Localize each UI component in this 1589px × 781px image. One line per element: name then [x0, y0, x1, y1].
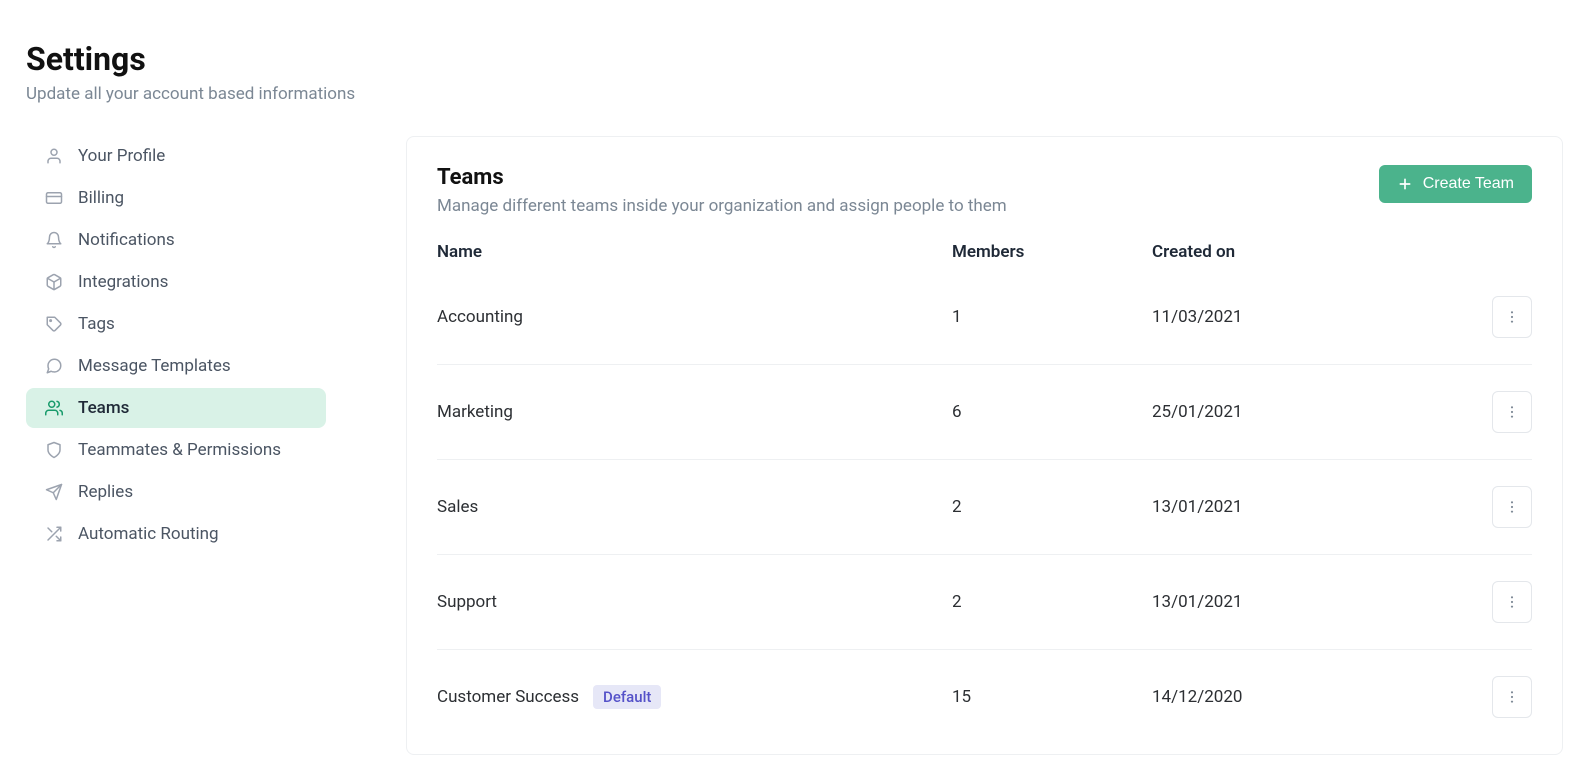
user-icon: [44, 146, 64, 166]
table-row: Marketing 625/01/2021: [437, 364, 1532, 459]
sidebar-item-label: Replies: [78, 482, 133, 502]
sidebar-item-replies[interactable]: Replies: [26, 472, 326, 512]
cell-members: 15: [952, 687, 1152, 707]
sidebar-item-profile[interactable]: Your Profile: [26, 136, 326, 176]
sidebar-item-tags[interactable]: Tags: [26, 304, 326, 344]
cell-created: 13/01/2021: [1152, 497, 1472, 517]
cell-members: 2: [952, 497, 1152, 517]
sidebar-item-routing[interactable]: Automatic Routing: [26, 514, 326, 554]
box-icon: [44, 272, 64, 292]
more-vertical-icon: [1504, 309, 1520, 325]
more-vertical-icon: [1504, 499, 1520, 515]
row-more-button[interactable]: [1492, 296, 1532, 338]
more-vertical-icon: [1504, 404, 1520, 420]
page-title: Settings: [26, 40, 1563, 78]
create-team-label: Create Team: [1423, 175, 1514, 193]
cell-name: Customer Success Default: [437, 685, 952, 709]
panel-description: Manage different teams inside your organ…: [437, 196, 1007, 216]
team-name: Marketing: [437, 402, 513, 422]
table-header: Name Members Created on: [437, 234, 1532, 280]
sidebar-item-teams[interactable]: Teams: [26, 388, 326, 428]
cell-members: 2: [952, 592, 1152, 612]
sidebar-item-message-templates[interactable]: Message Templates: [26, 346, 326, 386]
row-more-button[interactable]: [1492, 486, 1532, 528]
default-badge: Default: [593, 685, 661, 709]
row-more-button[interactable]: [1492, 676, 1532, 718]
shield-icon: [44, 440, 64, 460]
panel-title: Teams: [437, 165, 1007, 190]
page-subtitle: Update all your account based informatio…: [26, 84, 1563, 104]
cell-created: 11/03/2021: [1152, 307, 1472, 327]
cell-members: 6: [952, 402, 1152, 422]
create-team-button[interactable]: Create Team: [1379, 165, 1532, 203]
sidebar-item-integrations[interactable]: Integrations: [26, 262, 326, 302]
col-created: Created on: [1152, 242, 1472, 262]
chat-icon: [44, 356, 64, 376]
cell-members: 1: [952, 307, 1152, 327]
col-members: Members: [952, 242, 1152, 262]
sidebar-item-label: Teams: [78, 398, 129, 418]
sidebar-item-label: Integrations: [78, 272, 168, 292]
table-row: Support 213/01/2021: [437, 554, 1532, 649]
team-name: Customer Success: [437, 687, 579, 707]
more-vertical-icon: [1504, 689, 1520, 705]
cell-name: Support: [437, 592, 952, 612]
row-more-button[interactable]: [1492, 581, 1532, 623]
card-icon: [44, 188, 64, 208]
more-vertical-icon: [1504, 594, 1520, 610]
sidebar-item-label: Notifications: [78, 230, 175, 250]
cell-name: Accounting: [437, 307, 952, 327]
sidebar-item-notifications[interactable]: Notifications: [26, 220, 326, 260]
cell-created: 13/01/2021: [1152, 592, 1472, 612]
table-row: Accounting 111/03/2021: [437, 280, 1532, 364]
sidebar-item-label: Automatic Routing: [78, 524, 219, 544]
cell-created: 14/12/2020: [1152, 687, 1472, 707]
teams-table: Name Members Created on Accounting 111/03…: [437, 234, 1532, 744]
panel-header: Teams Manage different teams inside your…: [437, 165, 1532, 216]
send-icon: [44, 482, 64, 502]
sidebar-item-billing[interactable]: Billing: [26, 178, 326, 218]
team-name: Sales: [437, 497, 478, 517]
shuffle-icon: [44, 524, 64, 544]
plus-icon: [1397, 176, 1413, 192]
sidebar-item-permissions[interactable]: Teammates & Permissions: [26, 430, 326, 470]
users-icon: [44, 398, 64, 418]
table-row: Sales 213/01/2021: [437, 459, 1532, 554]
sidebar-item-label: Your Profile: [78, 146, 165, 166]
row-more-button[interactable]: [1492, 391, 1532, 433]
sidebar-item-label: Tags: [78, 314, 115, 334]
sidebar-item-label: Billing: [78, 188, 124, 208]
team-name: Support: [437, 592, 497, 612]
cell-name: Sales: [437, 497, 952, 517]
page-header: Settings Update all your account based i…: [26, 40, 1563, 104]
tag-icon: [44, 314, 64, 334]
table-row: Customer Success Default 1514/12/2020: [437, 649, 1532, 744]
bell-icon: [44, 230, 64, 250]
cell-created: 25/01/2021: [1152, 402, 1472, 422]
col-name: Name: [437, 242, 952, 262]
teams-panel: Teams Manage different teams inside your…: [406, 136, 1563, 755]
team-name: Accounting: [437, 307, 523, 327]
sidebar-item-label: Teammates & Permissions: [78, 440, 281, 460]
cell-name: Marketing: [437, 402, 952, 422]
settings-sidebar: Your Profile Billing Notifications Integ…: [26, 136, 326, 556]
sidebar-item-label: Message Templates: [78, 356, 231, 376]
